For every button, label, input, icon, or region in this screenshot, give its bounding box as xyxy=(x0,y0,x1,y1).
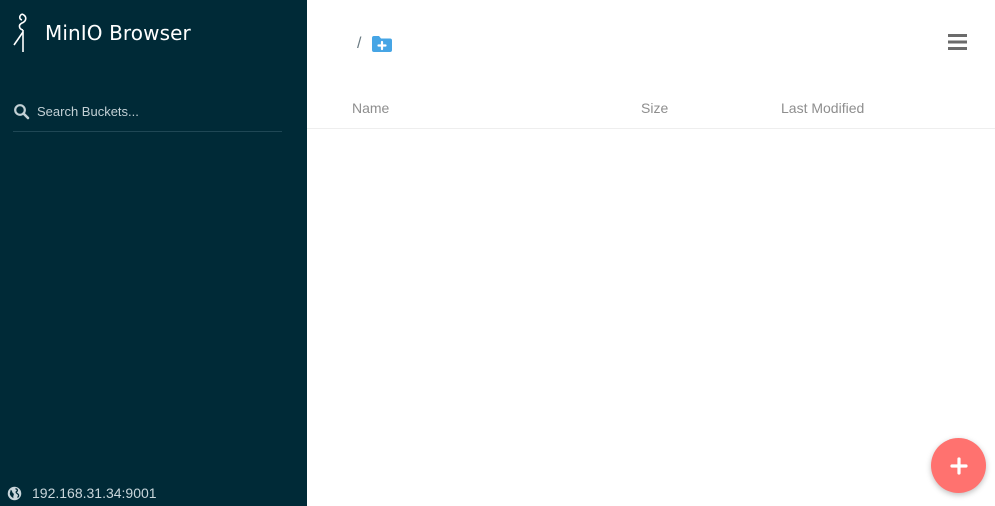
minio-logo-icon xyxy=(13,13,27,52)
table-header: Name Size Last Modified xyxy=(307,86,995,129)
column-header-size[interactable]: Size xyxy=(641,99,668,117)
brand-name: MinIO Browser xyxy=(45,21,191,45)
search-bar xyxy=(13,98,282,132)
host-address: 192.168.31.34:9001 xyxy=(32,485,157,501)
main-content: / Name Size Last Modified xyxy=(307,0,995,506)
brand: MinIO Browser xyxy=(10,12,191,54)
globe-icon xyxy=(7,486,22,500)
folder-plus-icon[interactable] xyxy=(371,34,393,54)
hamburger-menu-icon[interactable] xyxy=(947,31,969,53)
breadcrumb-separator: / xyxy=(357,35,362,52)
host-info: 192.168.31.34:9001 xyxy=(7,483,157,503)
search-icon xyxy=(14,104,30,120)
sidebar: MinIO Browser 192.168.31.34:9001 xyxy=(0,0,307,506)
column-header-name[interactable]: Name xyxy=(352,99,389,117)
add-button[interactable] xyxy=(931,438,986,493)
column-header-last-modified[interactable]: Last Modified xyxy=(781,99,864,117)
search-buckets-input[interactable] xyxy=(37,101,277,122)
plus-icon xyxy=(949,456,968,475)
